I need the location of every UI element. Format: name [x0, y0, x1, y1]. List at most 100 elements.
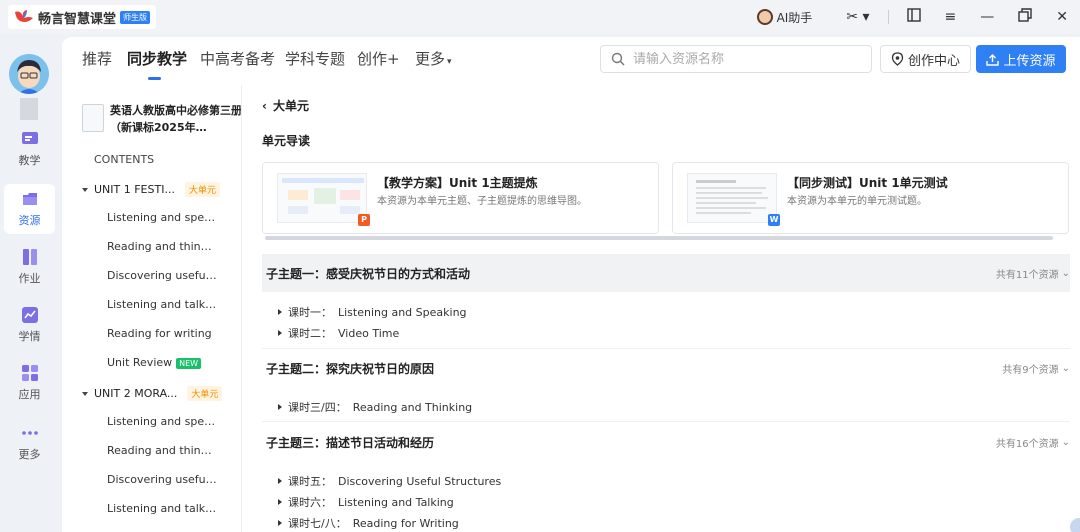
toc-lesson[interactable]: Reading and thinking: [107, 240, 217, 253]
resource-count[interactable]: 共有16个资源 ⌄: [996, 435, 1070, 450]
rail-label-more: 更多: [18, 448, 41, 461]
tab-subject-topics[interactable]: 学科专题: [285, 48, 345, 69]
rail-item-apps[interactable]: 应用: [4, 358, 55, 408]
toc-lesson[interactable]: Discovering useful structures: [107, 473, 217, 486]
lesson-item[interactable]: 课时七/八： Reading for Writing: [278, 515, 459, 531]
toc-unit-2[interactable]: UNIT 2 MORA... 大单元: [82, 386, 223, 401]
lesson-prefix: 课时三/四：: [288, 401, 347, 414]
resource-count-label: 共有11个资源: [995, 269, 1059, 281]
menu-icon[interactable]: ≡: [945, 9, 957, 25]
tab-more-label: 更多: [415, 50, 446, 68]
card-description: 本资源为本单元的单元测试题。: [787, 196, 927, 207]
chevron-down-icon: ⌄: [1061, 362, 1070, 374]
caret-right-icon: [278, 520, 282, 526]
tab-create[interactable]: 创作+: [357, 48, 400, 69]
avatar[interactable]: [9, 54, 49, 94]
subtopic-header[interactable]: 子主题三：描述节日活动和经历 共有16个资源 ⌄: [262, 423, 1070, 461]
edition-badge: 师生版: [120, 10, 151, 24]
ai-assistant-button[interactable]: AI助手: [756, 9, 813, 26]
rail-item-teach[interactable]: 教学: [4, 124, 55, 174]
word-file-icon: W: [768, 214, 780, 226]
rail-label-analytics: 学情: [18, 330, 41, 343]
unit-title: UNIT 2 MORA...: [94, 387, 178, 400]
toc-lesson[interactable]: Reading for writing: [107, 327, 217, 340]
rail-label-homework: 作业: [18, 272, 41, 285]
toc-lesson-unit-review[interactable]: Unit Review NEW: [107, 356, 217, 369]
tab-recommend[interactable]: 推荐: [82, 48, 112, 69]
lesson-item[interactable]: 课时二： Video Time: [278, 325, 399, 341]
textbook-selector[interactable]: 英语人教版高中必修第三册（新课标2025年…: [82, 102, 241, 140]
close-icon[interactable]: ✕: [1056, 9, 1068, 25]
upload-label: 上传资源: [1003, 53, 1056, 69]
book-icon: [82, 104, 104, 132]
lesson-name: Reading for Writing: [352, 516, 459, 530]
tab-exam-prep[interactable]: 中高考备考: [200, 48, 275, 69]
toc-lesson[interactable]: Reading and thinking: [107, 444, 217, 457]
back-label: 大单元: [272, 99, 309, 113]
caret-right-icon: [278, 478, 282, 484]
rail-label-resource: 资源: [18, 214, 41, 227]
main-panel: 推荐 同步教学 中高考备考 学科专题 创作+ 更多▾ 创作中心 上传资源 英语人…: [62, 37, 1080, 532]
resource-count[interactable]: 共有11个资源 ⌄: [996, 266, 1070, 281]
lesson-name: Reading and Thinking: [352, 400, 473, 414]
back-button[interactable]: ‹ 大单元: [262, 97, 309, 114]
top-nav: 推荐 同步教学 中高考备考 学科专题 创作+ 更多▾ 创作中心 上传资源: [62, 37, 1080, 85]
app-name: 畅言智慧课堂: [38, 11, 117, 27]
lesson-item[interactable]: 课时三/四： Reading and Thinking: [278, 399, 472, 415]
toc-lesson[interactable]: Listening and talking: [107, 298, 217, 311]
scissors-icon[interactable]: ✂ ▾: [846, 9, 869, 25]
toc-lesson[interactable]: Discovering useful structures: [107, 269, 217, 282]
chevron-down-icon: ▾: [447, 57, 452, 67]
resource-card[interactable]: W 【同步测试】Unit 1单元测试 本资源为本单元的单元测试题。: [672, 162, 1069, 234]
upload-resource-button[interactable]: 上传资源: [976, 45, 1066, 73]
resource-icon: [22, 193, 37, 205]
lesson-name: Discovering Useful Structures: [338, 474, 502, 488]
logo-bird-icon: [14, 9, 34, 25]
toc-lesson[interactable]: Listening and speaking: [107, 211, 217, 224]
card-title: 【教学方案】Unit 1主题提炼: [377, 176, 538, 190]
ai-assistant-label: AI助手: [776, 10, 813, 25]
title-bar: 畅言智慧课堂 师生版 AI助手 ✂ ▾ ≡ — ✕: [0, 0, 1080, 34]
tab-more[interactable]: 更多 ▾: [415, 48, 452, 69]
lesson-item[interactable]: 课时六： Listening and Talking: [278, 494, 454, 510]
minimize-icon[interactable]: —: [980, 9, 994, 25]
search-icon: [611, 52, 625, 66]
rail-item-analytics[interactable]: 学情: [4, 300, 55, 350]
lesson-prefix: 课时六：: [288, 496, 332, 509]
resource-count-label: 共有16个资源: [995, 438, 1059, 450]
lesson-item[interactable]: 课时一： Listening and Speaking: [278, 304, 467, 320]
toc-lesson[interactable]: Listening and speaking: [107, 415, 217, 428]
rail-item-resource[interactable]: 资源: [4, 184, 55, 234]
toc-unit-1[interactable]: UNIT 1 FESTI... 大单元: [82, 182, 220, 197]
search-input[interactable]: [633, 51, 853, 67]
lesson-item[interactable]: 课时五： Discovering Useful Structures: [278, 473, 501, 489]
chevron-left-icon: ‹: [262, 98, 267, 113]
restore-icon[interactable]: [1018, 8, 1032, 26]
location-pin-icon: [891, 52, 904, 66]
table-of-contents: 英语人教版高中必修第三册（新课标2025年… CONTENTS UNIT 1 F…: [62, 85, 242, 532]
search-box[interactable]: [600, 45, 872, 73]
subtopic-header[interactable]: 子主题一：感受庆祝节日的方式和活动 共有11个资源 ⌄: [262, 254, 1070, 292]
rail-item-more[interactable]: 更多: [4, 418, 55, 468]
contents-heading: CONTENTS: [94, 153, 155, 166]
lesson-name: Listening and Speaking: [338, 305, 467, 319]
toc-lesson[interactable]: Listening and talking: [107, 502, 217, 515]
tab-sync-teaching[interactable]: 同步教学: [127, 48, 187, 69]
new-badge: NEW: [176, 358, 202, 369]
subtopic-header[interactable]: 子主题二：探究庆祝节日的原因 共有9个资源 ⌄: [262, 349, 1070, 387]
resource-card[interactable]: P 【教学方案】Unit 1主题提炼 本资源为本单元主题、子主题提炼的思维导图。: [262, 162, 659, 234]
ai-avatar-icon: [756, 9, 773, 25]
apps-icon: [21, 365, 38, 381]
sidebar-toggle-icon[interactable]: [906, 8, 921, 26]
active-tab-indicator: [148, 77, 161, 80]
rail-label-teach: 教学: [18, 154, 41, 167]
rail-label-apps: 应用: [18, 388, 41, 401]
caret-right-icon: [278, 499, 282, 505]
resource-count[interactable]: 共有9个资源 ⌄: [1002, 361, 1070, 376]
rail-item-homework[interactable]: 作业: [4, 242, 55, 292]
horizontal-scrollbar[interactable]: [265, 236, 1053, 240]
lesson-prefix: 课时二：: [288, 327, 332, 340]
lesson-prefix: 课时五：: [288, 475, 332, 488]
creation-center-button[interactable]: 创作中心: [880, 45, 971, 73]
more-icon: [21, 431, 38, 435]
